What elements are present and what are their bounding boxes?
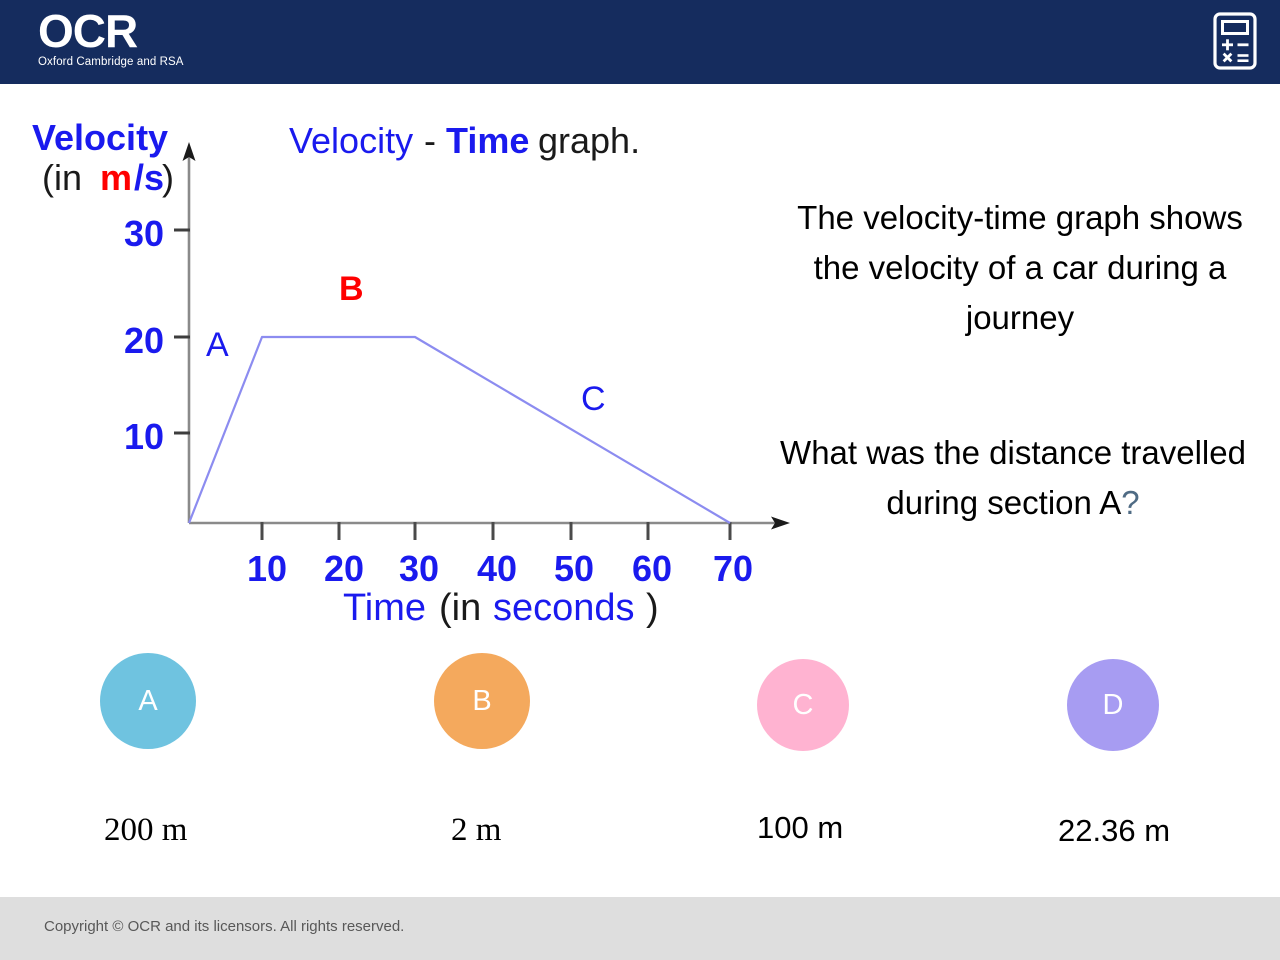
- x-tick-label-10: 10: [247, 548, 287, 589]
- svg-text:Velocity: Velocity: [32, 117, 168, 158]
- chart-axes: [182, 142, 790, 530]
- chart-y-ticks: [174, 228, 190, 435]
- y-tick-label-10: 10: [124, 416, 164, 457]
- ocr-logo-text: OCR: [38, 5, 138, 57]
- option-A-letter: A: [138, 684, 158, 717]
- x-axis-title: Time (in seconds ): [343, 587, 659, 628]
- chart-x-ticks: [260, 522, 732, 540]
- option-C-letter: C: [792, 688, 814, 721]
- x-tick-label-60: 60: [632, 548, 672, 589]
- option-D-bubble[interactable]: D: [1067, 659, 1159, 751]
- x-tick-label-50: 50: [554, 548, 594, 589]
- calculator-icon: [1213, 12, 1257, 70]
- question-prompt-text: What was the distance travelled during s…: [780, 434, 1246, 521]
- ocr-logo: OCR Oxford Cambridge and RSA: [38, 7, 184, 69]
- x-tick-label-20: 20: [324, 548, 364, 589]
- velocity-time-chart: 30 20 10 10 20 30 40 50 60 70 A B C Velo…: [14, 108, 814, 628]
- question-mark: ?: [1121, 484, 1140, 521]
- svg-text:-: -: [424, 120, 436, 161]
- ocr-logo-subtitle: Oxford Cambridge and RSA: [38, 56, 184, 68]
- y-tick-label-30: 30: [124, 213, 164, 254]
- velocity-curve: [187, 335, 731, 524]
- svg-text:(in: (in: [439, 587, 481, 628]
- svg-text:/s: /s: [134, 157, 164, 198]
- x-tick-label-70: 70: [713, 548, 753, 589]
- copyright-text: Copyright © OCR and its licensors. All r…: [44, 918, 405, 935]
- option-D-letter: D: [1102, 688, 1124, 721]
- slide-root: OCR Oxford Cambridge and RSA 30 20 10 10…: [0, 0, 1280, 960]
- chart-title: Velocity - Time graph.: [289, 120, 640, 161]
- y-tick-label-20: 20: [124, 320, 164, 361]
- svg-text:seconds: seconds: [493, 587, 635, 628]
- question-prompt: What was the distance travelled during s…: [758, 428, 1268, 528]
- svg-text:): ): [162, 157, 174, 198]
- y-axis-title: Velocity (in m /s ): [32, 117, 174, 198]
- x-tick-label-40: 40: [477, 548, 517, 589]
- section-label-B: B: [339, 270, 364, 308]
- section-label-C: C: [581, 380, 606, 418]
- svg-text:Velocity: Velocity: [289, 120, 413, 161]
- option-B-letter: B: [472, 684, 492, 717]
- header-bar: OCR Oxford Cambridge and RSA: [0, 0, 1280, 84]
- option-D-answer[interactable]: 22.36 m: [1058, 813, 1170, 849]
- svg-text:(in: (in: [42, 157, 82, 198]
- option-B-answer[interactable]: 2 m: [451, 812, 501, 849]
- x-tick-label-30: 30: [399, 548, 439, 589]
- option-C-bubble[interactable]: C: [757, 659, 849, 751]
- option-B-bubble[interactable]: B: [434, 653, 530, 749]
- section-label-A: A: [206, 326, 229, 364]
- x-tick-labels: 10 20 30 40 50 60 70: [247, 548, 753, 589]
- footer-bar: Copyright © OCR and its licensors. All r…: [0, 897, 1280, 960]
- svg-text:m: m: [100, 157, 132, 198]
- svg-text:Time: Time: [446, 120, 529, 161]
- option-A-bubble[interactable]: A: [100, 653, 196, 749]
- question-intro: The velocity-time graph shows the veloci…: [797, 199, 1243, 336]
- svg-text:Time: Time: [343, 587, 426, 628]
- svg-text:): ): [646, 587, 659, 628]
- svg-text:graph.: graph.: [538, 120, 640, 161]
- option-A-answer[interactable]: 200 m: [104, 812, 187, 849]
- option-C-answer[interactable]: 100 m: [757, 810, 843, 846]
